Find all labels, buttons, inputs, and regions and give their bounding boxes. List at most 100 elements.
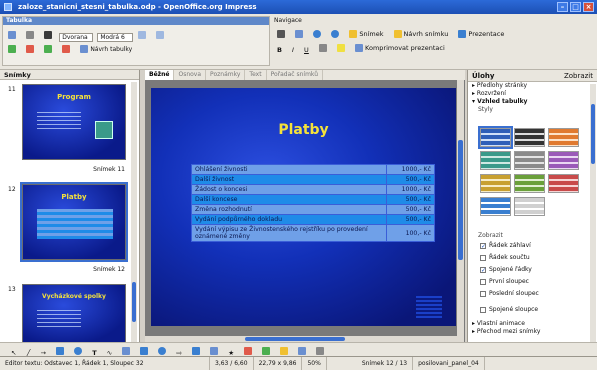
copy-icon[interactable]	[292, 28, 306, 40]
status-zoom[interactable]: 50%	[302, 357, 327, 370]
checkbox-banded-columns[interactable]: Spojené sloupce	[480, 306, 538, 313]
checkbox[interactable]	[480, 254, 486, 261]
border-color-icon[interactable]	[41, 29, 55, 41]
section-label: Přechod mezi snímky	[476, 328, 541, 335]
tab-normal[interactable]: Běžné	[145, 70, 175, 80]
thumb-table	[37, 209, 113, 239]
payments-table[interactable]: Ohlášení živnosti 1000,- Kč Další živnost…	[191, 164, 435, 242]
maximize-button[interactable]: □	[570, 2, 581, 12]
font-name-select[interactable]: Dvorana	[59, 32, 94, 42]
bold-icon[interactable]: B	[274, 44, 285, 56]
table-style-swatch[interactable]	[548, 128, 579, 147]
help-icon[interactable]	[328, 28, 342, 40]
navigation-toolbar: Navigace Snímek Návrh snímku Prezentace …	[274, 16, 594, 66]
slide-design-button[interactable]: Návrh snímku	[391, 28, 452, 40]
table-row[interactable]: Vydání výpisu ze Živnostenského rejstřík…	[191, 224, 435, 242]
align-icon[interactable]	[316, 42, 330, 54]
slide-canvas[interactable]: Platby Ohlášení živnosti 1000,- Kč Další …	[151, 88, 456, 326]
editor-vertical-scrollbar[interactable]	[457, 80, 464, 342]
slide-thumbnail-12[interactable]: Platby	[20, 182, 128, 262]
checkbox[interactable]	[480, 278, 486, 285]
table-style-swatch[interactable]	[514, 151, 545, 170]
table-cell[interactable]: 500,- Kč	[386, 194, 435, 205]
slide-editor: Platby Ohlášení živnosti 1000,- Kč Další …	[145, 80, 465, 342]
section-layouts[interactable]: ▸ Rozvržení	[468, 90, 597, 98]
table-cell[interactable]: 500,- Kč	[386, 174, 435, 185]
table-style-swatch[interactable]	[548, 151, 579, 170]
underline-icon[interactable]: U	[301, 44, 312, 56]
checkbox[interactable]	[480, 290, 486, 297]
status-slide: Snímek 12 / 13	[357, 357, 414, 370]
minimize-button[interactable]: –	[557, 2, 568, 12]
table-row[interactable]: Další koncese 500,- Kč	[191, 194, 435, 205]
view-menu[interactable]: Zobrazit	[564, 70, 593, 82]
checkbox-last-column[interactable]: Poslední sloupec	[480, 290, 539, 297]
table-style-swatch[interactable]	[548, 174, 579, 193]
table-cell[interactable]: 500,- Kč	[386, 204, 435, 215]
table-style-swatch[interactable]	[478, 126, 513, 149]
split-cells-icon[interactable]	[153, 29, 167, 41]
compress-label: Komprimovat prezentaci	[365, 44, 445, 52]
checkbox-header-row[interactable]: ✓ Řádek záhlaví	[480, 242, 531, 249]
table-style-swatch[interactable]	[514, 174, 545, 193]
table-style-swatch[interactable]	[514, 128, 545, 147]
italic-icon[interactable]: I	[289, 44, 297, 56]
merge-cells-icon[interactable]	[135, 29, 149, 41]
font-size-select[interactable]: Modrá 6	[97, 32, 134, 42]
close-button[interactable]: ×	[583, 2, 594, 12]
section-master-pages[interactable]: ▸ Předlohy stránky	[468, 82, 597, 90]
checkbox-total-row[interactable]: Řádek součtu	[480, 254, 530, 261]
table-cell[interactable]: Vydání výpisu ze Živnostenského rejstřík…	[191, 224, 387, 242]
table-cell[interactable]: Ohlášení živnosti	[191, 164, 387, 175]
table-cell[interactable]: Vydání podpůrného dokladu	[191, 214, 387, 225]
table-row[interactable]: Žádost o koncesi 1000,- Kč	[191, 184, 435, 195]
checkbox-banded-rows[interactable]: ✓ Spojené řádky	[480, 266, 532, 273]
table-row[interactable]: Ohlášení živnosti 1000,- Kč	[191, 164, 435, 175]
checkbox[interactable]: ✓	[480, 242, 486, 249]
table-style-swatch[interactable]	[480, 174, 511, 193]
table-cell[interactable]: Žádost o koncesi	[191, 184, 387, 195]
tab-slide-sorter[interactable]: Pořadač snímků	[267, 70, 324, 80]
slides-scrollbar[interactable]	[131, 82, 137, 354]
insert-column-icon[interactable]	[41, 43, 55, 55]
table-style-swatch[interactable]	[514, 197, 545, 216]
table-style-swatch[interactable]	[480, 197, 511, 216]
table-cell[interactable]: 1000,- Kč	[386, 164, 435, 175]
table-row[interactable]: Změna rozhodnutí 500,- Kč	[191, 204, 435, 215]
slide-title[interactable]: Platby	[151, 122, 456, 138]
section-custom-animation[interactable]: ▸ Vlastní animace	[468, 320, 525, 328]
section-table-design[interactable]: ▾ Vzhled tabulky	[468, 98, 597, 106]
insert-row-icon[interactable]	[5, 43, 19, 55]
checkbox[interactable]: ✓	[480, 266, 486, 273]
table-cell[interactable]: 500,- Kč	[386, 214, 435, 225]
presentation-button[interactable]: Prezentace	[455, 28, 507, 40]
tasks-scrollbar[interactable]	[590, 84, 596, 354]
checkbox[interactable]	[480, 306, 486, 313]
table-cell[interactable]: Další koncese	[191, 194, 387, 205]
section-slide-transition[interactable]: ▸ Přechod mezi snímky	[468, 328, 540, 336]
table-cell[interactable]: Změna rozhodnutí	[191, 204, 387, 215]
delete-column-icon[interactable]	[59, 43, 73, 55]
table-cell[interactable]: Další živnost	[191, 174, 387, 185]
table-row[interactable]: Další živnost 500,- Kč	[191, 174, 435, 185]
screenshot-button[interactable]: Snímek	[346, 28, 386, 40]
delete-row-icon[interactable]	[23, 43, 37, 55]
table-insert-icon[interactable]	[5, 29, 19, 41]
table-row[interactable]: Vydání podpůrného dokladu 500,- Kč	[191, 214, 435, 225]
slide-thumbnail-11[interactable]: Program	[22, 84, 126, 160]
tab-notes[interactable]: Poznámky	[206, 70, 246, 80]
table-style-swatch[interactable]	[480, 151, 511, 170]
tab-outline[interactable]: Osnova	[174, 70, 207, 80]
slide-thumbnail-13[interactable]: Vycházkové spolky	[22, 284, 126, 344]
compress-button[interactable]: Komprimovat prezentaci	[352, 42, 448, 54]
grid-icon[interactable]	[274, 28, 288, 40]
tab-text[interactable]: Text	[245, 70, 267, 80]
border-style-icon[interactable]	[23, 29, 37, 41]
checkbox-first-column[interactable]: První sloupec	[480, 278, 529, 285]
zoom-icon[interactable]	[310, 28, 324, 40]
table-design-button[interactable]: Návrh tabulky	[77, 43, 135, 55]
table-cell[interactable]: 1000,- Kč	[386, 184, 435, 195]
highlight-icon[interactable]	[334, 42, 348, 54]
table-cell[interactable]: 100,- Kč	[386, 224, 435, 242]
table-panel-header: Tabulka	[3, 17, 269, 25]
